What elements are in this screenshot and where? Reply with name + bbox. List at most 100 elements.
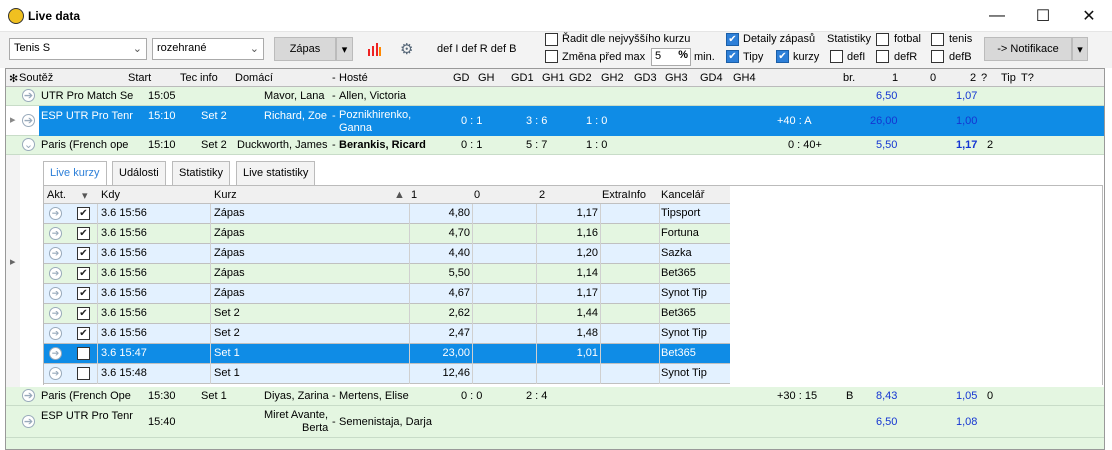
odds-row[interactable]: ➔ ✔ 3.6 15:56 Zápas 5,50 1,14 Bet365 xyxy=(44,264,730,284)
col-extra[interactable]: ExtraInfo xyxy=(602,189,646,201)
odds-row[interactable]: ➔ ✔ 3.6 15:56 Zápas 4,40 1,20 Sazka xyxy=(44,244,730,264)
active-checkbox[interactable] xyxy=(77,347,90,360)
sort-best-checkbox[interactable] xyxy=(545,33,558,46)
percent-icon[interactable]: % xyxy=(678,49,688,61)
col-tq[interactable]: T? xyxy=(1021,72,1034,84)
notifications-button[interactable]: -> Notifikace xyxy=(984,37,1072,61)
active-checkbox[interactable]: ✔ xyxy=(77,247,90,260)
arrow-circle-icon[interactable]: ➔ xyxy=(49,247,62,260)
notifications-dropdown-button[interactable]: ▾ xyxy=(1072,37,1088,61)
col-br[interactable]: br. xyxy=(843,72,855,84)
arrow-circle-icon[interactable]: ➔ xyxy=(49,227,62,240)
type-dropdown-button[interactable]: ▾ xyxy=(336,37,353,61)
arrow-circle-icon[interactable]: ➔ xyxy=(49,207,62,220)
tennis-checkbox[interactable] xyxy=(931,33,944,46)
col-gd[interactable]: GD xyxy=(453,72,470,84)
details-checkbox[interactable]: ✔ xyxy=(726,33,739,46)
tips-checkbox[interactable]: ✔ xyxy=(726,50,739,63)
arrow-circle-icon[interactable]: ➔ xyxy=(22,389,35,402)
col-1[interactable]: 1 xyxy=(892,72,898,84)
table-row[interactable]: ➔ Paris (French Ope 15:30 Set 1 Diyas, Z… xyxy=(6,387,1104,406)
odds-row[interactable]: ➔ ✔ 3.6 15:56 Zápas 4,67 1,17 Synot Tip xyxy=(44,284,730,304)
col-home[interactable]: Domácí xyxy=(235,72,273,84)
odds-checkbox[interactable]: ✔ xyxy=(776,50,789,63)
state-select[interactable]: rozehrané ⌄ xyxy=(152,38,264,60)
col-gh1[interactable]: GH1 xyxy=(542,72,565,84)
col-kancelar[interactable]: Kancelář xyxy=(661,189,704,201)
gear-icon[interactable]: ⚙ xyxy=(400,40,416,58)
table-row[interactable]: ➔ ESP UTR Pro Tenr 15:40 Miret Avante, B… xyxy=(6,406,1104,438)
arrow-circle-icon[interactable]: ➔ xyxy=(49,307,62,320)
arrow-circle-icon[interactable]: ➔ xyxy=(22,415,35,428)
sport-select[interactable]: Tenis S ⌄ xyxy=(9,38,147,60)
arrow-circle-icon[interactable]: ➔ xyxy=(49,347,62,360)
chart-icon[interactable] xyxy=(367,42,381,56)
col-info[interactable]: info xyxy=(200,72,218,84)
col-gd4[interactable]: GD4 xyxy=(700,72,723,84)
active-checkbox[interactable]: ✔ xyxy=(77,307,90,320)
col-0[interactable]: 0 xyxy=(930,72,936,84)
tab-statistiky[interactable]: Statistiky xyxy=(172,161,231,185)
cell-divider xyxy=(409,344,410,364)
col-start[interactable]: Start xyxy=(128,72,151,84)
col-2[interactable]: 2 xyxy=(539,189,545,201)
col-gd2[interactable]: GD2 xyxy=(569,72,592,84)
col-kurz[interactable]: Kurz xyxy=(214,189,237,201)
defb-checkbox[interactable] xyxy=(931,50,944,63)
close-button[interactable]: ✕ xyxy=(1066,0,1112,32)
type-button[interactable]: Zápas xyxy=(274,37,336,61)
active-checkbox[interactable]: ✔ xyxy=(77,287,90,300)
table-row[interactable]: ▸ ➔ ESP UTR Pro Tenr 15:10 Set 2 Richard… xyxy=(6,106,1104,136)
arrow-circle-icon[interactable]: ➔ xyxy=(49,267,62,280)
col-gh[interactable]: GH xyxy=(478,72,495,84)
tab-live-kurzy[interactable]: Live kurzy xyxy=(43,161,107,185)
col-gh2[interactable]: GH2 xyxy=(601,72,624,84)
change-before-checkbox[interactable] xyxy=(545,50,558,63)
col-gh3[interactable]: GH3 xyxy=(665,72,688,84)
defl-checkbox[interactable] xyxy=(830,50,843,63)
table-row-expanded[interactable]: ⌄ Paris (French ope 15:10 Set 2 Duckwort… xyxy=(6,136,1104,155)
odds-row[interactable]: ➔ ✔ 3.6 15:56 Set 2 2,47 1,48 Synot Tip xyxy=(44,324,730,344)
col-gh4[interactable]: GH4 xyxy=(733,72,756,84)
table-row[interactable]: ➔ UTR Pro Match Se 15:05 Mavor, Lana - A… xyxy=(6,87,1104,106)
tab-udalosti[interactable]: Události xyxy=(112,161,166,185)
row-score-gd2: 1 : 0 xyxy=(586,115,608,127)
active-checkbox[interactable]: ✔ xyxy=(77,207,90,220)
minimize-button[interactable]: — xyxy=(974,0,1020,32)
col-kdy[interactable]: Kdy xyxy=(101,189,120,201)
football-checkbox[interactable] xyxy=(876,33,889,46)
active-checkbox[interactable]: ✔ xyxy=(77,227,90,240)
col-akt[interactable]: Akt. xyxy=(47,189,66,201)
active-checkbox[interactable] xyxy=(77,367,90,380)
odds-row[interactable]: ➔ 3.6 15:48 Set 1 12,46 Synot Tip xyxy=(44,364,730,384)
col-0[interactable]: 0 xyxy=(474,189,480,201)
row-home: Diyas, Zarina xyxy=(264,390,329,402)
defr-checkbox[interactable] xyxy=(876,50,889,63)
tab-live-statistiky[interactable]: Live statistiky xyxy=(236,161,316,185)
col-2[interactable]: 2 xyxy=(970,72,976,84)
arrow-circle-icon[interactable]: ➔ xyxy=(22,114,35,127)
collapse-circle-icon[interactable]: ⌄ xyxy=(22,138,35,151)
active-checkbox[interactable]: ✔ xyxy=(77,327,90,340)
col-tec[interactable]: Tec xyxy=(180,72,197,84)
odds-row[interactable]: ➔ ✔ 3.6 15:56 Zápas 4,70 1,16 Fortuna xyxy=(44,224,730,244)
arrow-circle-icon[interactable]: ➔ xyxy=(49,367,62,380)
maximize-button[interactable]: ☐ xyxy=(1020,0,1066,32)
odds-row[interactable]: ➔ ✔ 3.6 15:56 Zápas 4,80 1,17 Tipsport xyxy=(44,204,730,224)
col-gd1[interactable]: GD1 xyxy=(511,72,534,84)
arrow-circle-icon[interactable]: ➔ xyxy=(22,89,35,102)
chevron-down-icon[interactable]: ▾ xyxy=(82,189,88,202)
arrow-circle-icon[interactable]: ➔ xyxy=(49,287,62,300)
col-away[interactable]: Hosté xyxy=(339,72,368,84)
col-gd3[interactable]: GD3 xyxy=(634,72,657,84)
odds-row[interactable]: ➔ 3.6 15:47 Set 1 23,00 1,01 Bet365 xyxy=(44,344,730,364)
minutes-input[interactable]: 5% xyxy=(651,48,691,66)
col-tip[interactable]: Tip xyxy=(1001,72,1016,84)
arrow-circle-icon[interactable]: ➔ xyxy=(49,327,62,340)
active-checkbox[interactable]: ✔ xyxy=(77,267,90,280)
col-q[interactable]: ? xyxy=(981,72,987,84)
col-comp[interactable]: Soutěž xyxy=(19,72,53,84)
odds-row[interactable]: ➔ ✔ 3.6 15:56 Set 2 2,62 1,44 Bet365 xyxy=(44,304,730,324)
col-1[interactable]: 1 xyxy=(411,189,417,201)
row-info: Set 2 xyxy=(201,110,227,122)
